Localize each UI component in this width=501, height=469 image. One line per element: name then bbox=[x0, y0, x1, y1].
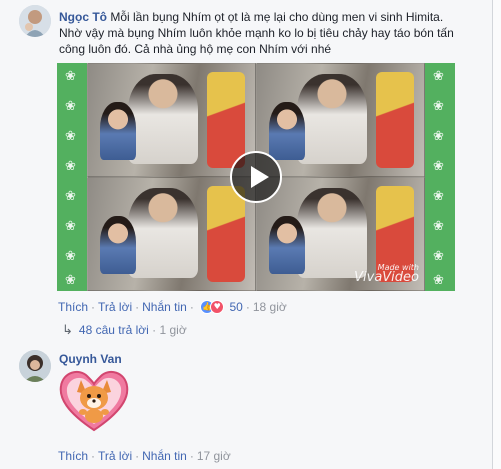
video-tile bbox=[256, 63, 425, 177]
separator-dot: · bbox=[148, 323, 160, 337]
separator-dot: · bbox=[91, 300, 96, 314]
separator-dot: · bbox=[135, 300, 140, 314]
paw-border-right: ❀ ❀ ❀ ❀ ❀ ❀ ❀ ❀ bbox=[425, 63, 455, 291]
video-watermark: Made with VivaVideo bbox=[354, 263, 419, 285]
paw-print-icon: ❀ bbox=[65, 69, 76, 84]
watermark-text: VivaVideo bbox=[354, 270, 419, 285]
comment-body-2: Quynh Van bbox=[59, 352, 122, 366]
separator-dot: · bbox=[189, 300, 194, 314]
reply-link[interactable]: Trả lời bbox=[98, 300, 132, 314]
paw-print-icon: ❀ bbox=[65, 159, 76, 174]
comment-author-name[interactable]: Quynh Van bbox=[59, 352, 122, 366]
comment-body-1: Ngọc Tô Mỗi lần bụng Nhím ọt ọt là mẹ lạ… bbox=[59, 9, 459, 57]
comment-actions-1: Thích · Trả lời · Nhắn tin · 👍 ♥ 50 · 18 giờ bbox=[58, 300, 287, 314]
paw-print-icon: ❀ bbox=[65, 129, 76, 144]
separator-dot: · bbox=[189, 449, 194, 463]
view-replies[interactable]: ↳ 48 câu trả lời · 1 giờ bbox=[62, 323, 187, 338]
comment-text-block: Ngọc Tô Mỗi lần bụng Nhím ọt ọt là mẹ lạ… bbox=[59, 9, 459, 57]
paw-print-icon: ❀ bbox=[433, 189, 444, 204]
comment-time[interactable]: 17 giờ bbox=[197, 449, 231, 463]
paw-print-icon: ❀ bbox=[65, 189, 76, 204]
avatar-ngoc-to[interactable] bbox=[19, 5, 51, 37]
message-link[interactable]: Nhắn tin bbox=[142, 449, 187, 463]
paw-print-icon: ❀ bbox=[433, 219, 444, 234]
paw-print-icon: ❀ bbox=[433, 249, 444, 264]
video-tile bbox=[87, 177, 256, 291]
reply-arrow-icon: ↳ bbox=[62, 323, 73, 338]
paw-border-left: ❀ ❀ ❀ ❀ ❀ ❀ ❀ ❀ bbox=[57, 63, 87, 291]
avatar-photo bbox=[19, 5, 51, 37]
comment-actions-2: Thích · Trả lời · Nhắn tin · 17 giờ bbox=[58, 449, 231, 463]
separator-dot: · bbox=[91, 449, 96, 463]
paw-print-icon: ❀ bbox=[433, 129, 444, 144]
reactions[interactable]: 👍 ♥ bbox=[200, 300, 226, 314]
like-link[interactable]: Thích bbox=[58, 449, 88, 463]
video-tile bbox=[87, 63, 256, 177]
like-link[interactable]: Thích bbox=[58, 300, 88, 314]
replies-time: 1 giờ bbox=[159, 323, 187, 337]
avatar-photo bbox=[19, 350, 51, 382]
paw-print-icon: ❀ bbox=[65, 273, 76, 288]
replies-label[interactable]: 48 câu trả lời bbox=[79, 323, 149, 337]
paw-print-icon: ❀ bbox=[433, 273, 444, 288]
paw-print-icon: ❀ bbox=[65, 249, 76, 264]
scrollbar-track[interactable] bbox=[493, 0, 501, 469]
separator-dot: · bbox=[135, 449, 140, 463]
love-reaction-icon: ♥ bbox=[210, 300, 225, 314]
paw-print-icon: ❀ bbox=[65, 99, 76, 114]
fox-love-heart-sticker[interactable] bbox=[57, 366, 131, 434]
play-icon[interactable] bbox=[230, 151, 282, 203]
paw-print-icon: ❀ bbox=[433, 69, 444, 84]
reply-link[interactable]: Trả lời bbox=[98, 449, 132, 463]
comment-author-name[interactable]: Ngọc Tô bbox=[59, 10, 107, 24]
sticker-image bbox=[59, 370, 129, 432]
comment-time[interactable]: 18 giờ bbox=[253, 300, 287, 314]
paw-print-icon: ❀ bbox=[65, 219, 76, 234]
paw-print-icon: ❀ bbox=[433, 99, 444, 114]
message-link[interactable]: Nhắn tin bbox=[142, 300, 187, 314]
paw-print-icon: ❀ bbox=[433, 159, 444, 174]
comment-text: Mỗi lần bụng Nhím ọt ọt là mẹ lại cho dù… bbox=[59, 10, 454, 56]
separator-dot: · bbox=[245, 300, 250, 314]
comment-video[interactable]: ❀ ❀ ❀ ❀ ❀ ❀ ❀ ❀ ❀ ❀ ❀ ❀ ❀ ❀ ❀ ❀ Made wit… bbox=[57, 63, 455, 291]
reaction-count[interactable]: 50 bbox=[230, 300, 243, 314]
avatar-quynh-van[interactable] bbox=[19, 350, 51, 382]
